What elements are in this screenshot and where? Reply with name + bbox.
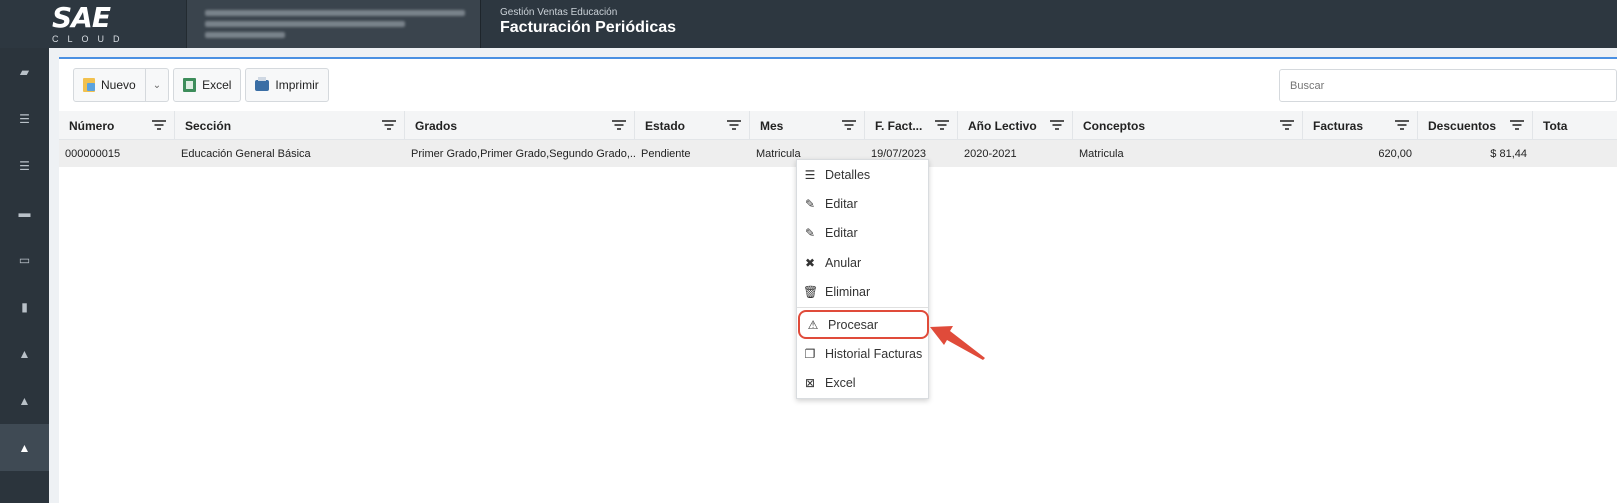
filter-icon[interactable] bbox=[1510, 119, 1524, 131]
document-icon: ▮ bbox=[21, 299, 28, 314]
menu-item-eliminar[interactable]: 🗑 Eliminar bbox=[797, 277, 928, 306]
column-header-anio-lectivo[interactable]: Año Lectivo bbox=[958, 111, 1073, 140]
column-header-facturas[interactable]: Facturas bbox=[1303, 111, 1418, 140]
cell-estado: Pendiente bbox=[641, 147, 691, 160]
menu-item-editar-2[interactable]: ✎ Editar bbox=[797, 218, 928, 247]
row-context-menu: ☰ Detalles ✎ Editar ✎ Editar ✖ Anular 🗑 Elimi… bbox=[796, 159, 929, 399]
pencil-icon: ✎ bbox=[804, 196, 816, 211]
column-header-fecha-factura[interactable]: F. Fact... bbox=[865, 111, 958, 140]
filter-icon[interactable] bbox=[727, 119, 741, 131]
printer-icon bbox=[255, 76, 270, 91]
column-header-grados[interactable]: Grados bbox=[405, 111, 635, 140]
excel-button[interactable]: Excel bbox=[173, 68, 242, 102]
briefcase-icon: ▬ bbox=[18, 205, 31, 220]
chevron-down-icon: ⌄ bbox=[152, 79, 162, 91]
filter-icon[interactable] bbox=[382, 119, 396, 131]
new-dropdown-button[interactable]: ⌄ bbox=[145, 68, 170, 102]
sidebar: ▰ ☰ ☰ ▬ ▭ ▮ ▲ ▲ ▲ bbox=[0, 48, 49, 503]
graduation-cap-icon: ▲ bbox=[18, 346, 31, 361]
column-header-mes[interactable]: Mes bbox=[750, 111, 865, 140]
grid-header: Número Sección Grados Estado Mes F. Fact… bbox=[59, 111, 1617, 140]
print-button[interactable]: Imprimir bbox=[245, 68, 329, 102]
list-icon: ☰ bbox=[19, 158, 30, 173]
menu-item-anular[interactable]: ✖ Anular bbox=[797, 248, 928, 277]
cell-anio-lectivo: 2020-2021 bbox=[964, 147, 1017, 160]
menu-item-procesar[interactable]: ⚠ Procesar bbox=[798, 310, 929, 339]
module-subtitle: Gestión Ventas Educación bbox=[500, 7, 618, 18]
menu-item-editar[interactable]: ✎ Editar bbox=[797, 189, 928, 218]
menu-item-excel[interactable]: ⊠ Excel bbox=[797, 368, 928, 397]
cell-conceptos: Matricula bbox=[1079, 147, 1124, 160]
list-icon: ☰ bbox=[19, 111, 30, 126]
column-header-estado[interactable]: Estado bbox=[635, 111, 750, 140]
new-button-label: Nuevo bbox=[101, 78, 136, 92]
print-button-label: Imprimir bbox=[275, 78, 319, 92]
excel-file-icon: ⊠ bbox=[804, 375, 816, 390]
logo-main: SAE bbox=[52, 1, 111, 34]
excel-icon bbox=[183, 78, 197, 92]
column-header-total[interactable]: Tota bbox=[1533, 111, 1617, 140]
sidebar-item-briefcase[interactable]: ▬ bbox=[0, 189, 49, 236]
toolbar: Nuevo ⌄ Excel Imprimir bbox=[73, 68, 329, 102]
cell-seccion: Educación General Básica bbox=[181, 147, 311, 160]
menu-divider bbox=[797, 307, 928, 308]
filter-icon[interactable] bbox=[1280, 119, 1294, 131]
list-icon: ☰ bbox=[804, 167, 816, 182]
sidebar-item-book[interactable]: ▰ bbox=[0, 48, 49, 95]
new-document-icon bbox=[83, 78, 95, 92]
cell-descuentos: $ 81,44 bbox=[1490, 147, 1527, 160]
filter-icon[interactable] bbox=[612, 119, 626, 131]
close-icon: ✖ bbox=[804, 255, 816, 270]
column-header-descuentos[interactable]: Descuentos bbox=[1418, 111, 1533, 140]
filter-icon[interactable] bbox=[842, 119, 856, 131]
cell-numero: 000000015 bbox=[65, 147, 121, 160]
cc-icon: ▭ bbox=[18, 252, 31, 267]
filter-icon[interactable] bbox=[152, 119, 166, 131]
sae-cloud-logo[interactable]: SAE CLOUD bbox=[52, 1, 132, 45]
sidebar-item-cc[interactable]: ▭ bbox=[0, 236, 49, 283]
filter-icon[interactable] bbox=[935, 119, 949, 131]
sidebar-item-education-active[interactable]: ▲ bbox=[0, 424, 49, 471]
search-input[interactable] bbox=[1279, 69, 1617, 102]
graduation-cap-icon: ▲ bbox=[18, 393, 31, 408]
column-header-seccion[interactable]: Sección bbox=[175, 111, 405, 140]
filter-icon[interactable] bbox=[1395, 119, 1409, 131]
excel-button-label: Excel bbox=[202, 78, 232, 92]
top-bar: SAE CLOUD Gestión Ventas Educación Factu… bbox=[0, 0, 1617, 48]
sidebar-item-education[interactable]: ▲ bbox=[0, 330, 49, 377]
book-icon: ▰ bbox=[19, 64, 30, 79]
graduation-cap-icon: ▲ bbox=[18, 440, 31, 455]
sidebar-item-document[interactable]: ▮ bbox=[0, 283, 49, 330]
module-header: Gestión Ventas Educación Facturación Per… bbox=[500, 7, 676, 37]
cell-grados: Primer Grado,Primer Grado,Segundo Grado,… bbox=[411, 147, 635, 160]
page-title: Facturación Periódicas bbox=[500, 19, 677, 36]
cell-facturas: 620,00 bbox=[1378, 147, 1412, 160]
trash-icon: 🗑 bbox=[803, 284, 819, 299]
sidebar-item-education-2[interactable]: ▲ bbox=[0, 377, 49, 424]
company-selector[interactable] bbox=[186, 0, 481, 48]
sidebar-item-list-2[interactable]: ☰ bbox=[0, 142, 49, 189]
column-header-conceptos[interactable]: Conceptos bbox=[1073, 111, 1303, 140]
copy-icon: ❐ bbox=[804, 346, 816, 361]
filter-icon[interactable] bbox=[1050, 119, 1064, 131]
new-button[interactable]: Nuevo bbox=[73, 68, 146, 102]
sidebar-item-list[interactable]: ☰ bbox=[0, 95, 49, 142]
column-header-numero[interactable]: Número bbox=[59, 111, 175, 140]
menu-item-historial-facturas[interactable]: ❐ Historial Facturas bbox=[797, 339, 928, 368]
menu-item-detalles[interactable]: ☰ Detalles bbox=[797, 160, 928, 189]
pencil-icon: ✎ bbox=[804, 225, 816, 240]
warning-icon: ⚠ bbox=[807, 317, 819, 332]
logo-sub: CLOUD bbox=[52, 34, 129, 44]
new-split-button: Nuevo ⌄ bbox=[73, 68, 170, 102]
